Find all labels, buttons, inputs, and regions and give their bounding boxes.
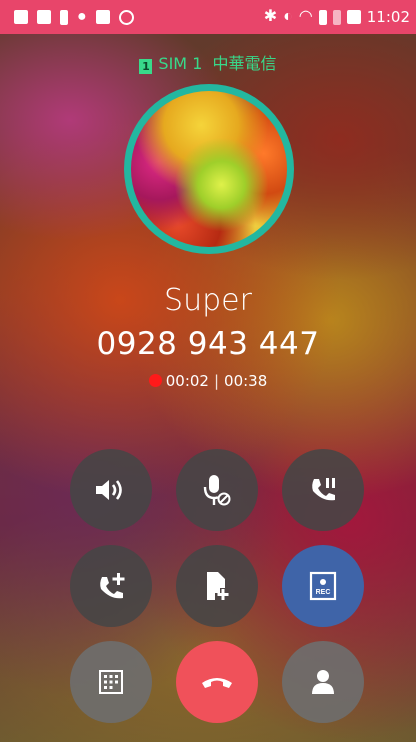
bluetooth-icon: ✱ — [263, 8, 278, 25]
alert-icon — [60, 9, 68, 25]
do-not-disturb-icon: ◐ — [283, 8, 293, 25]
message-icon — [14, 10, 28, 24]
record-button[interactable]: REC — [282, 545, 364, 627]
add-note-button[interactable] — [176, 545, 258, 627]
add-call-button[interactable] — [70, 545, 152, 627]
contact-number: 0928 943 447 — [96, 326, 320, 362]
image-icon — [95, 10, 110, 24]
status-time: 11:02 — [366, 8, 410, 26]
keypad-button[interactable] — [70, 641, 152, 723]
call-duration: 00:38 — [224, 372, 268, 390]
call-timer: 00:02 | 00:38 — [0, 372, 416, 390]
avatar-photo — [131, 91, 287, 247]
vpn-icon — [118, 9, 134, 25]
outlook-icon — [37, 10, 51, 24]
signal-sim1-icon — [318, 9, 327, 25]
rec-icon: REC — [309, 571, 337, 601]
contact-icon — [312, 670, 334, 694]
status-bar: ● ✱ ◐ ◠ 11:02 — [0, 0, 416, 34]
timer-separator: | — [213, 372, 220, 390]
rec-label: REC — [316, 589, 331, 596]
signal-sim2-icon — [332, 9, 341, 25]
mic-icon: ● — [77, 8, 87, 25]
sim-label: SIM 1 — [158, 54, 203, 73]
mic-mute-icon — [203, 475, 231, 506]
speaker-icon — [96, 480, 122, 500]
sim-badge: 1 — [139, 59, 153, 74]
wifi-icon: ◠ — [298, 8, 313, 25]
speaker-button[interactable] — [70, 449, 152, 531]
end-call-button[interactable] — [176, 641, 258, 723]
contact-name: Super — [164, 283, 252, 318]
add-note-icon — [207, 572, 229, 600]
recording-time: 00:02 — [165, 372, 209, 390]
recording-indicator-icon — [148, 374, 162, 387]
add-call-icon — [100, 573, 125, 599]
end-call-icon — [202, 678, 232, 688]
dialpad-icon — [99, 670, 123, 694]
carrier-name: 中華電信 — [212, 54, 277, 73]
contact-avatar — [124, 84, 294, 254]
mute-button[interactable] — [176, 449, 258, 531]
contact-button[interactable] — [282, 641, 364, 723]
hold-button[interactable] — [282, 449, 364, 531]
battery-charging-icon — [346, 10, 361, 24]
call-hold-icon — [312, 478, 335, 501]
sim-indicator: 1 SIM 1 中華電信 — [0, 50, 416, 74]
